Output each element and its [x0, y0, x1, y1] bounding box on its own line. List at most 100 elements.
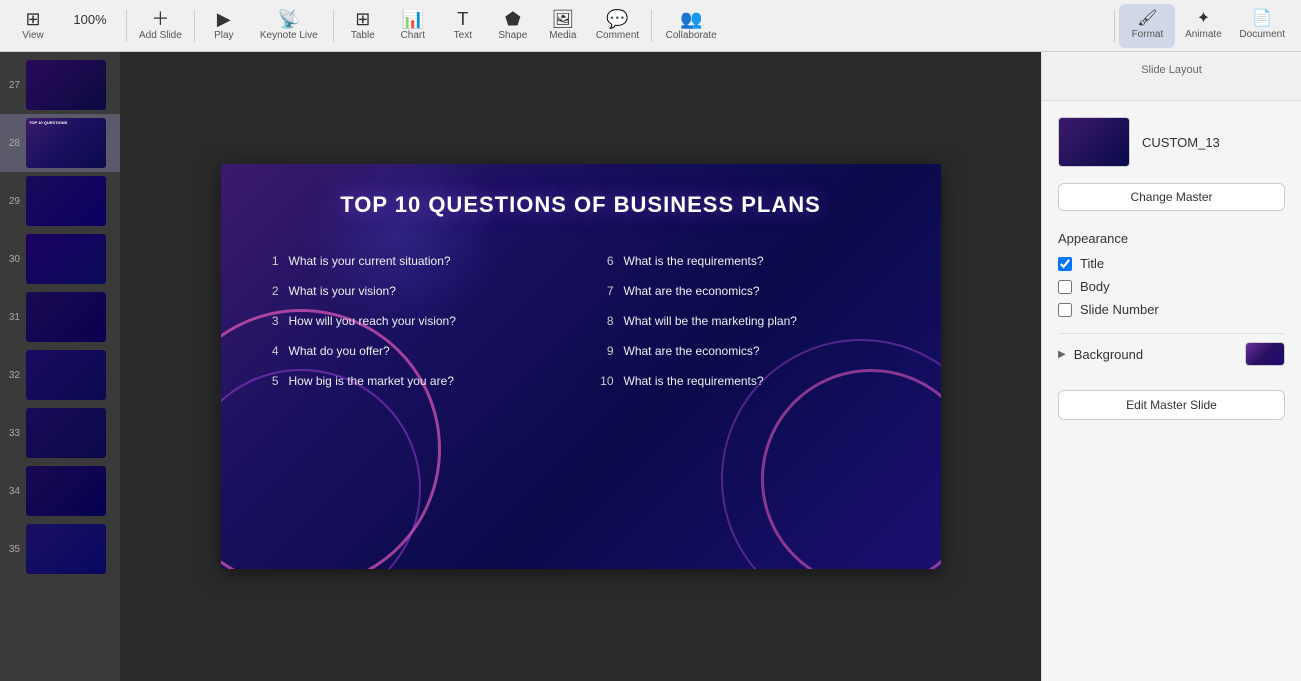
item-number: 10 — [596, 374, 614, 388]
collaborate-icon: 👥 — [680, 10, 702, 28]
slide-list-item: 4What do you offer? — [261, 344, 566, 358]
shape-label: Shape — [498, 30, 527, 41]
layout-name: CUSTOM_13 — [1142, 135, 1220, 150]
layout-preview-area: CUSTOM_13 — [1058, 117, 1285, 167]
media-icon: 🖼 — [551, 10, 574, 28]
right-panel: Slide Layout CUSTOM_13 Change Master App… — [1041, 52, 1301, 681]
keynote-live-label: Keynote Live — [260, 30, 318, 41]
comment-icon: 💬 — [606, 10, 628, 28]
background-chevron-icon: ▶ — [1058, 349, 1066, 360]
slide-item[interactable]: 33 — [0, 404, 120, 462]
slide-item[interactable]: 29 — [0, 172, 120, 230]
sep4 — [651, 10, 652, 42]
slide-canvas[interactable]: TOP 10 QUESTIONS OF BUSINESS PLANS 1 What… — [221, 164, 941, 569]
view-button[interactable]: ⊞ View — [8, 4, 58, 48]
table-icon: ⊞ — [355, 10, 370, 28]
slide-thumbnail — [26, 408, 106, 458]
toolbar: ⊞ View 100% 100% ＋ Add Slide ▶ Play 📡 Ke… — [0, 0, 1301, 52]
slide-item[interactable]: 31 — [0, 288, 120, 346]
appearance-title: Appearance — [1058, 231, 1285, 246]
slide-title: TOP 10 QUESTIONS OF BUSINESS PLANS — [221, 192, 941, 218]
body-checkbox[interactable] — [1058, 280, 1072, 294]
keynote-live-button[interactable]: 📡 Keynote Live — [249, 4, 329, 48]
sep1 — [126, 10, 127, 42]
item-number: 6 — [596, 254, 614, 268]
background-section[interactable]: ▶ Background — [1058, 333, 1285, 374]
change-master-button[interactable]: Change Master — [1058, 183, 1285, 211]
title-checkbox-row: Title — [1058, 256, 1285, 271]
slide-number-checkbox-row: Slide Number — [1058, 302, 1285, 317]
slide-col-left: 1What is your current situation?2What is… — [261, 254, 566, 549]
edit-master-slide-button[interactable]: Edit Master Slide — [1058, 390, 1285, 420]
slide-item[interactable]: 32 — [0, 346, 120, 404]
panel-content: CUSTOM_13 Change Master Appearance Title… — [1042, 101, 1301, 681]
background-swatch[interactable] — [1245, 342, 1285, 366]
slide-panel: 27 28TOP 10 QUESTIONS2930 31 32 33 3435 — [0, 52, 120, 681]
slide-item[interactable]: 27 — [0, 56, 120, 114]
slide-list-item: 1 What is your current situation? — [261, 254, 566, 268]
sep2 — [194, 10, 195, 42]
slide-number: 28 — [6, 138, 20, 149]
item-text: What will be the marketing plan? — [624, 314, 797, 328]
slide-number: 33 — [6, 428, 20, 439]
body-checkbox-row: Body — [1058, 279, 1285, 294]
toolbar-right: 🖌 Format ✦ Animate 📄 Document — [1110, 4, 1293, 48]
appearance-section: Appearance Title Body Slide Number — [1058, 231, 1285, 317]
view-label: View — [22, 30, 44, 41]
play-button[interactable]: ▶ Play — [199, 4, 249, 48]
title-checkbox-label: Title — [1080, 256, 1104, 271]
main-area: 27 28TOP 10 QUESTIONS2930 31 32 33 3435 TOP 1… — [0, 52, 1301, 681]
slide-item[interactable]: 35 — [0, 520, 120, 578]
slide-list-item: 10What is the requirements? — [596, 374, 901, 388]
item-text: What is the requirements? — [624, 254, 764, 268]
format-tab-button[interactable]: 🖌 Format — [1119, 4, 1175, 48]
comment-button[interactable]: 💬 Comment — [588, 4, 647, 48]
media-button[interactable]: 🖼 Media — [538, 4, 588, 48]
comment-label: Comment — [596, 30, 639, 41]
table-button[interactable]: ⊞ Table — [338, 4, 388, 48]
canvas-area[interactable]: TOP 10 QUESTIONS OF BUSINESS PLANS 1 What… — [120, 52, 1041, 681]
slide-item[interactable]: 30 — [0, 230, 120, 288]
animate-tab-button[interactable]: ✦ Animate — [1175, 4, 1231, 48]
chart-label: Chart — [401, 30, 425, 41]
slide-number: 31 — [6, 312, 20, 323]
shape-button[interactable]: ⬟ Shape — [488, 4, 538, 48]
text-button[interactable]: T Text — [438, 4, 488, 48]
slide-number-checkbox[interactable] — [1058, 303, 1072, 317]
keynote-live-icon: 📡 — [278, 10, 300, 28]
chart-icon: 📊 — [402, 10, 424, 28]
collaborate-label: Collaborate — [666, 30, 717, 41]
item-number: 7 — [596, 284, 614, 298]
shape-icon: ⬟ — [505, 10, 521, 28]
animate-icon: ✦ — [1197, 11, 1210, 27]
collaborate-button[interactable]: 👥 Collaborate — [656, 4, 726, 48]
item-text: What are the economics? — [624, 284, 760, 298]
sep5 — [1114, 10, 1115, 42]
item-text: What do you offer? — [289, 344, 390, 358]
background-label: Background — [1074, 347, 1237, 362]
body-checkbox-label: Body — [1080, 279, 1110, 294]
item-number: 9 — [596, 344, 614, 358]
item-number: 5 — [261, 374, 279, 388]
slide-thumbnail — [26, 524, 106, 574]
slide-item[interactable]: 28TOP 10 QUESTIONS — [0, 114, 120, 172]
slide-content: 1What is your current situation?2What is… — [261, 254, 901, 549]
document-tab-button[interactable]: 📄 Document — [1231, 4, 1293, 48]
item-text: What is your current situation? — [289, 254, 451, 268]
zoom-control[interactable]: 100% 100% — [58, 4, 122, 48]
item-number: 1 — [261, 254, 279, 268]
title-checkbox[interactable] — [1058, 257, 1072, 271]
play-label: Play — [214, 30, 233, 41]
slide-item[interactable]: 34 — [0, 462, 120, 520]
view-icon: ⊞ — [25, 10, 40, 28]
slide-number-checkbox-label: Slide Number — [1080, 302, 1159, 317]
add-slide-label: Add Slide — [139, 30, 182, 41]
sep3 — [333, 10, 334, 42]
chart-button[interactable]: 📊 Chart — [388, 4, 438, 48]
slide-number: 27 — [6, 80, 20, 91]
slide-thumbnail — [26, 350, 106, 400]
item-text: How will you reach your vision? — [289, 314, 456, 328]
slide-thumbnail — [26, 234, 106, 284]
slide-number: 32 — [6, 370, 20, 381]
add-slide-button[interactable]: ＋ Add Slide — [131, 4, 190, 48]
